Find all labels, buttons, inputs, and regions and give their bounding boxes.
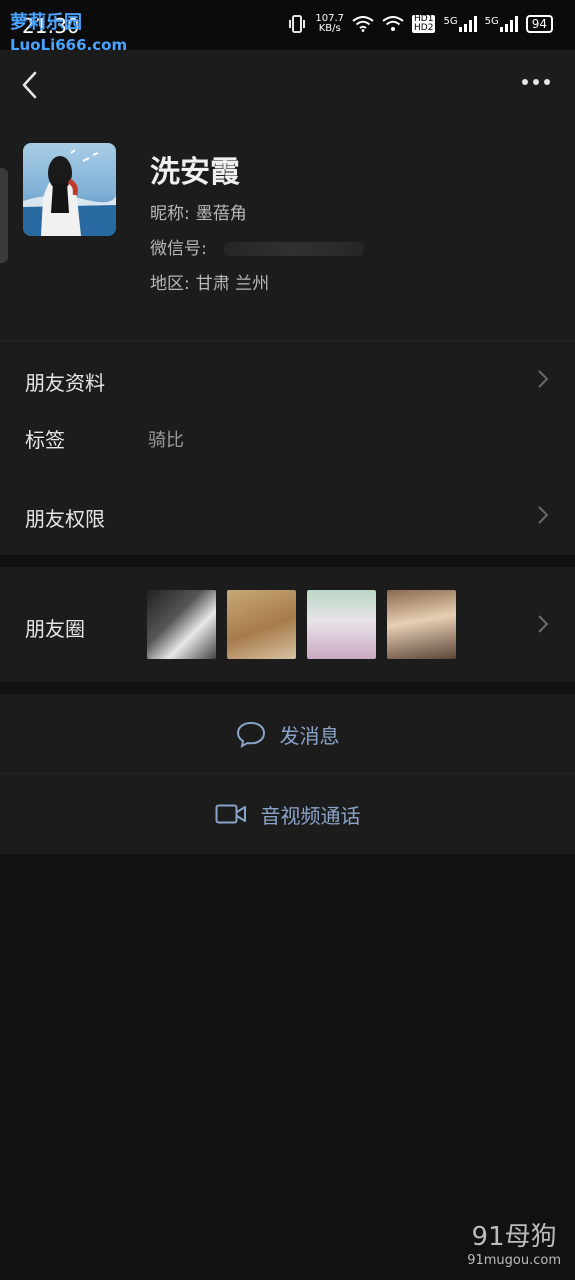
- wifi-icon-secondary: [382, 16, 404, 31]
- avatar-photo: [23, 149, 116, 236]
- nickname-value: 墨蓓角: [195, 204, 247, 224]
- status-bar: 21:30 萝莉乐园 LuoLi666.com 107.7 KB/s HD1 H…: [0, 0, 575, 54]
- chat-bubble-icon: [236, 721, 265, 748]
- video-call-button[interactable]: 音视频通话: [0, 774, 575, 854]
- wechat-id-line: 微信号:: [150, 234, 365, 259]
- moments-thumbnail: [147, 590, 216, 659]
- wechat-id-blur: [224, 242, 365, 256]
- send-message-content: 发消息: [0, 694, 575, 774]
- hd2-label: HD2: [414, 23, 434, 33]
- hd-indicator: HD1 HD2: [412, 15, 436, 33]
- moments-row[interactable]: 朋友圈: [0, 567, 575, 682]
- contact-profile-page: 21:30 萝莉乐园 LuoLi666.com 107.7 KB/s HD1 H…: [0, 0, 575, 1280]
- chevron-right-icon: [538, 370, 549, 388]
- vibrate-icon: [289, 15, 306, 33]
- friend-permissions-row[interactable]: 朋友权限: [0, 475, 575, 555]
- wechat-id-label: 微信号:: [150, 239, 207, 259]
- edge-handle[interactable]: [0, 168, 8, 263]
- tags-value: 骑比: [148, 430, 184, 451]
- chevron-right-icon-2: [538, 506, 549, 524]
- send-message-button[interactable]: 发消息: [0, 694, 575, 774]
- more-options-icon[interactable]: [521, 77, 551, 87]
- contact-name: 洗安霞: [150, 155, 240, 190]
- friend-permissions-label: 朋友权限: [25, 507, 105, 531]
- network-speed-unit: KB/s: [318, 23, 341, 34]
- sim2-signal: 5G: [485, 16, 518, 32]
- profile-header: 洗安霞 昵称: 墨蓓角 微信号: 地区: 甘肃 兰州: [0, 50, 575, 340]
- video-call-content: 音视频通话: [0, 774, 575, 854]
- chevron-right-icon-3: [538, 615, 549, 633]
- region-label: 地区:: [150, 274, 190, 294]
- send-message-label: 发消息: [279, 723, 340, 748]
- network-speed: 107.7 KB/s: [315, 14, 344, 34]
- battery-level: 94: [525, 15, 553, 33]
- friend-info-row[interactable]: 朋友资料: [0, 340, 575, 415]
- video-camera-icon: [215, 804, 246, 824]
- watermark-bottom-title: 91母狗: [471, 1222, 557, 1252]
- info-section: 朋友资料 标签 骑比 朋友权限: [0, 340, 575, 555]
- moments-thumbnails: [147, 590, 456, 659]
- tags-label: 标签: [25, 428, 65, 452]
- region-line: 地区: 甘肃 兰州: [150, 269, 269, 294]
- nickname-label: 昵称:: [150, 204, 190, 224]
- wifi-icon: [352, 16, 374, 32]
- signal-bars-icon: [458, 16, 477, 32]
- video-call-label: 音视频通话: [260, 803, 361, 828]
- moments-label: 朋友圈: [25, 617, 85, 641]
- region-value: 甘肃 兰州: [195, 274, 270, 294]
- friend-info-label: 朋友资料: [25, 371, 105, 395]
- signal-bars-icon-2: [499, 16, 518, 32]
- sim2-network: 5G: [484, 16, 499, 27]
- moments-thumbnail: [387, 590, 456, 659]
- moments-thumbnail: [307, 590, 376, 659]
- avatar[interactable]: [23, 143, 116, 236]
- watermark-top-title: 萝莉乐园: [10, 12, 82, 33]
- tags-row[interactable]: 标签 骑比: [0, 415, 575, 475]
- moments-thumbnail: [227, 590, 296, 659]
- sim1-signal: 5G: [443, 16, 477, 32]
- status-indicators: 107.7 KB/s HD1 HD2 5G 5G 94: [287, 14, 553, 34]
- site-watermark-top: 萝莉乐园 LuoLi666.com: [10, 8, 127, 54]
- sim1-network: 5G: [443, 16, 458, 27]
- site-watermark-bottom: 91母狗 91mugou.com: [467, 1216, 561, 1268]
- watermark-bottom-url: 91mugou.com: [467, 1253, 561, 1268]
- nickname-line: 昵称: 墨蓓角: [150, 199, 247, 224]
- back-arrow-icon[interactable]: [18, 70, 42, 100]
